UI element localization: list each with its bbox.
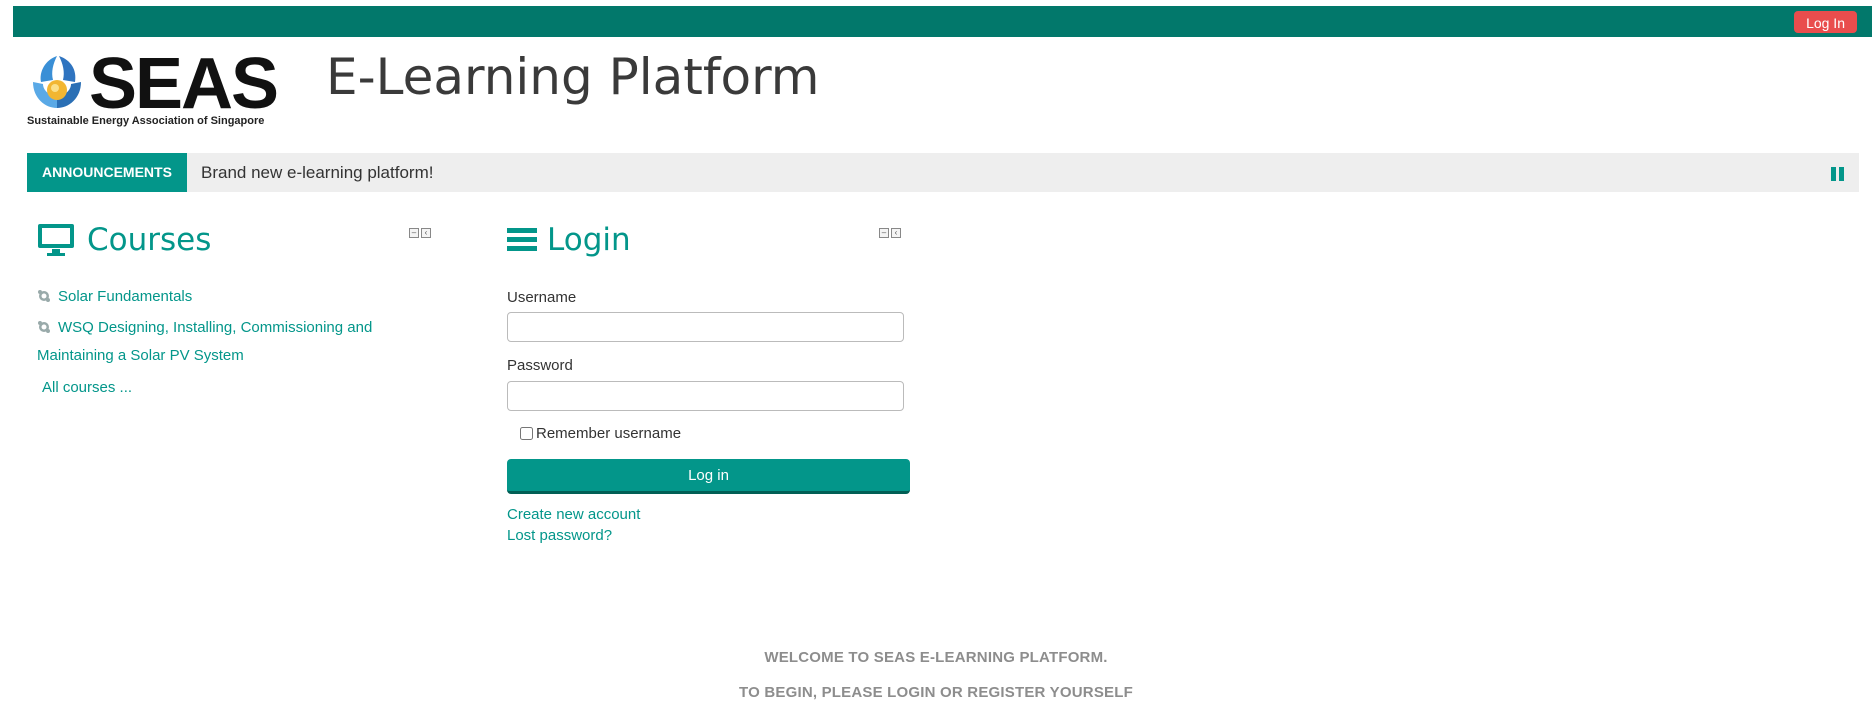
- collapse-icon[interactable]: –: [879, 228, 889, 238]
- course-label: WSQ Designing, Installing, Commissioning…: [58, 319, 373, 336]
- remember-username-checkbox[interactable]: [520, 427, 533, 440]
- course-link-wsq-solar-pv-line2[interactable]: Maintaining a Solar PV System: [37, 342, 244, 370]
- site-logo[interactable]: SEAS Sustainable Energy Association of S…: [27, 44, 287, 130]
- login-submit-button[interactable]: Log in: [507, 459, 910, 494]
- password-input[interactable]: [507, 381, 904, 411]
- course-icon: [38, 290, 50, 302]
- dock-icon[interactable]: ‹: [891, 228, 901, 238]
- login-block-controls: – ‹: [879, 228, 901, 238]
- courses-title-text: Courses: [87, 222, 212, 258]
- hamburger-icon: [507, 228, 537, 251]
- welcome-line-1: WELCOME TO SEAS E-LEARNING PLATFORM.: [764, 649, 1108, 666]
- username-input[interactable]: [507, 312, 904, 342]
- collapse-icon[interactable]: –: [409, 228, 419, 238]
- login-title-text: Login: [547, 222, 631, 258]
- password-label: Password: [507, 357, 573, 374]
- courses-block-controls: – ‹: [409, 228, 431, 238]
- monitor-icon: [38, 224, 74, 256]
- course-link-solar-fundamentals[interactable]: Solar Fundamentals: [37, 283, 192, 311]
- pause-icon[interactable]: [1831, 167, 1845, 181]
- dock-icon[interactable]: ‹: [421, 228, 431, 238]
- create-account-link[interactable]: Create new account: [507, 506, 640, 523]
- course-icon: [38, 321, 50, 333]
- seas-logo-icon: [33, 56, 81, 108]
- top-navbar: Log In: [13, 6, 1872, 37]
- remember-username-row[interactable]: Remember username: [520, 425, 681, 442]
- remember-username-label: Remember username: [536, 425, 682, 442]
- logo-wordmark: SEAS: [89, 44, 279, 124]
- username-label: Username: [507, 289, 577, 306]
- lost-password-link[interactable]: Lost password?: [507, 527, 612, 544]
- announcement-bar: ANNOUNCEMENTS Brand new e-learning platf…: [27, 153, 1859, 192]
- course-link-wsq-solar-pv[interactable]: WSQ Designing, Installing, Commissioning…: [37, 314, 372, 342]
- announcement-label: ANNOUNCEMENTS: [27, 153, 187, 192]
- courses-block-title: Courses: [37, 222, 211, 258]
- announcement-text[interactable]: Brand new e-learning platform!: [201, 153, 433, 192]
- welcome-line-2: TO BEGIN, PLEASE LOGIN OR REGISTER YOURS…: [739, 684, 1133, 701]
- page-title: E-Learning Platform: [326, 48, 820, 106]
- logo-tagline: Sustainable Energy Association of Singap…: [27, 115, 265, 127]
- header-login-button[interactable]: Log In: [1794, 11, 1857, 33]
- course-label: Solar Fundamentals: [58, 288, 193, 305]
- login-block-title: Login: [507, 222, 631, 258]
- all-courses-link[interactable]: All courses ...: [42, 374, 132, 402]
